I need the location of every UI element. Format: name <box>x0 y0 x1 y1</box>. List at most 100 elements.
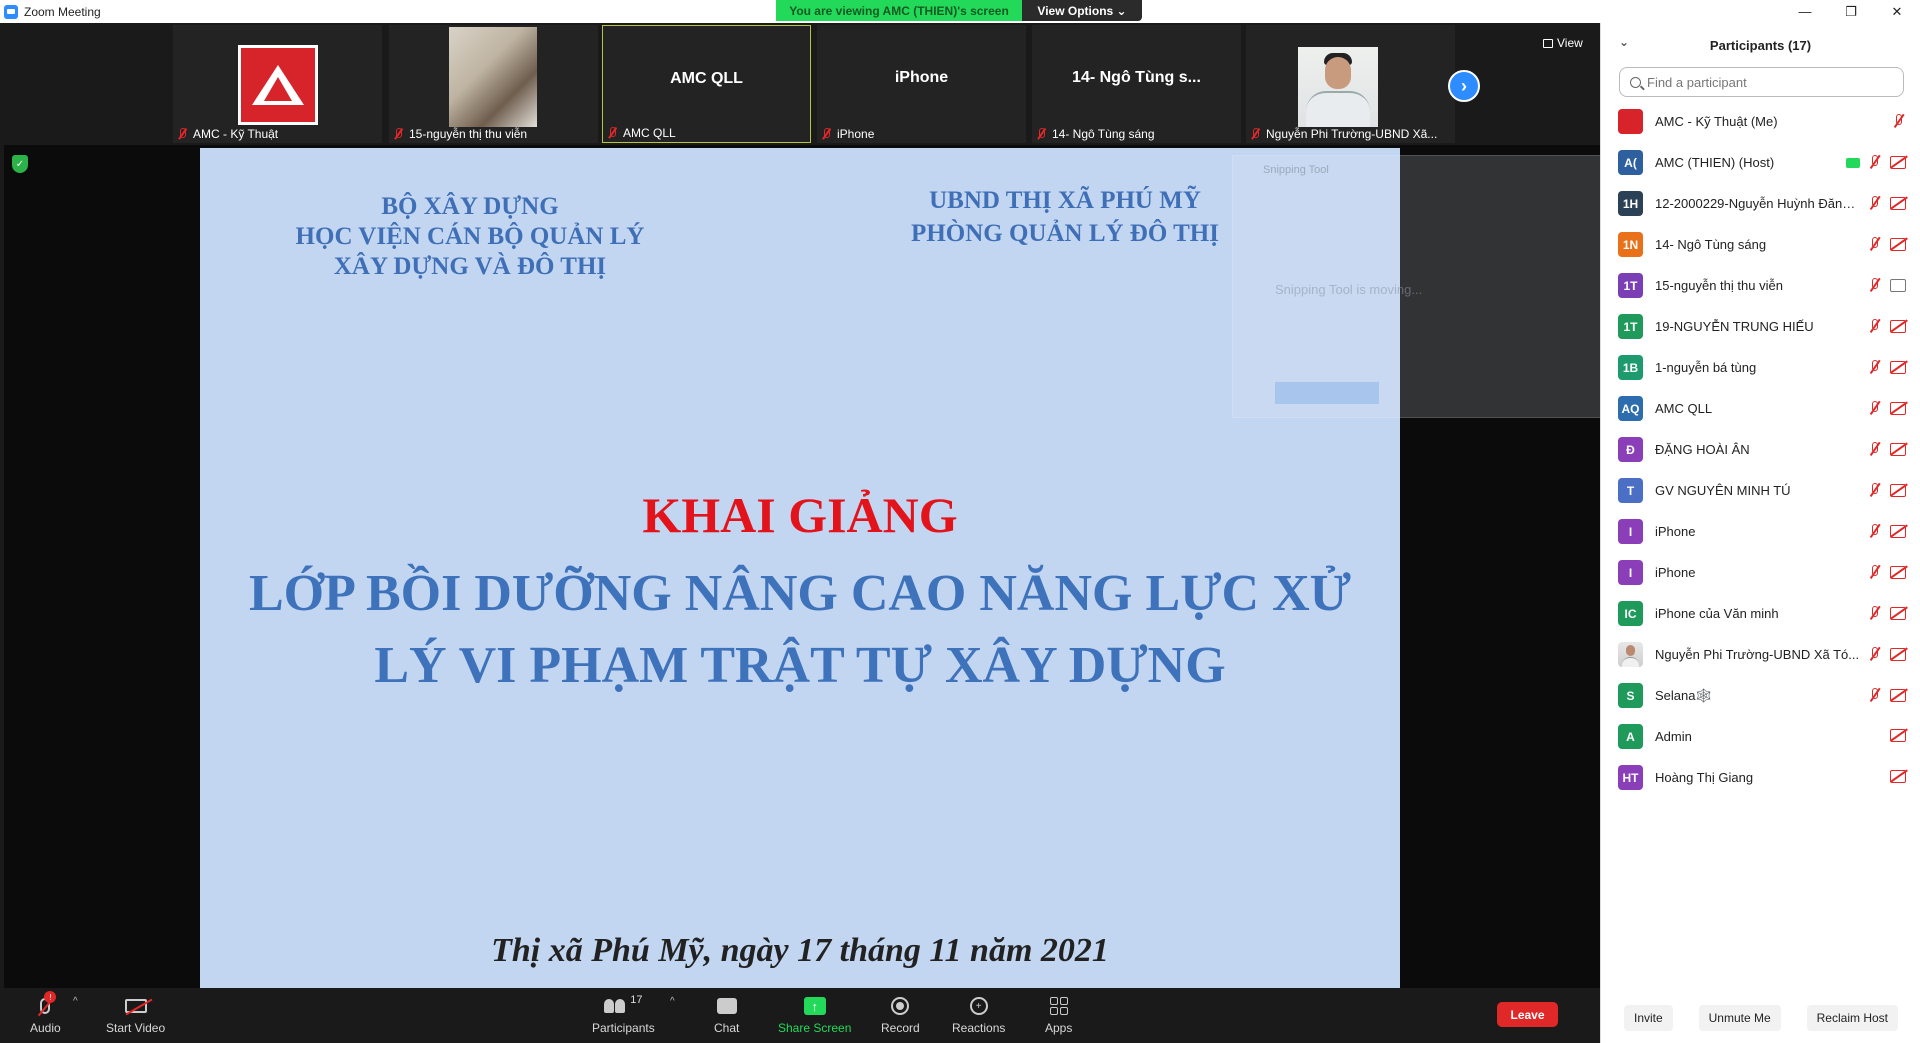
video-off-icon <box>124 999 147 1013</box>
video-thumbnail[interactable]: 14- Ngô Tùng s... 14- Ngô Tùng sáng <box>1032 25 1241 143</box>
start-video-button[interactable]: Start Video <box>106 994 165 1035</box>
window-title: Zoom Meeting <box>24 4 101 19</box>
minimize-button[interactable]: — <box>1782 0 1828 23</box>
next-page-icon[interactable]: › <box>1448 70 1480 102</box>
slide-text: LỚP BỒI DƯỠNG NÂNG CAO NĂNG LỰC XỬ <box>248 565 1352 622</box>
participant-status-icons <box>1868 401 1906 416</box>
chat-label: Chat <box>714 1021 740 1035</box>
slide-heading: KHAI GIẢNG <box>642 487 958 543</box>
close-button[interactable]: ✕ <box>1874 0 1920 23</box>
share-screen-label: Share Screen <box>778 1021 852 1035</box>
participant-row[interactable]: T GV NGUYÊN MINH TÚ <box>1601 470 1920 511</box>
participants-list: AMC - Kỹ Thuật (Me) A(AMC (THIEN) (Host) 1… <box>1601 101 1920 798</box>
window-controls: — ❐ ✕ <box>1782 0 1920 23</box>
thumbnail-name: 15-nguyễn thị thu viễn <box>409 127 528 141</box>
participant-row[interactable]: Nguyễn Phi Trường-UBND Xã Tó... <box>1601 634 1920 675</box>
audio-button[interactable]: ! Audio <box>30 991 61 1035</box>
video-thumbnail[interactable]: 15-nguyễn thị thu viễn <box>389 25 598 143</box>
participant-name: 15-nguyễn thị thu viễn <box>1655 278 1783 293</box>
leave-button[interactable]: Leave <box>1497 1002 1558 1027</box>
participant-row[interactable]: IiPhone <box>1601 511 1920 552</box>
view-layout-button[interactable]: View <box>1543 33 1593 53</box>
participant-row[interactable]: Đ ĐẶNG HOÀI ÂN <box>1601 429 1920 470</box>
participant-avatar <box>1618 642 1643 667</box>
participant-row[interactable]: S Selana🕸️ <box>1601 675 1920 716</box>
participant-status-icons <box>1868 319 1906 334</box>
viewing-message: You are viewing AMC (THIEN)'s screen <box>776 0 1022 21</box>
chat-icon <box>716 998 737 1014</box>
collapse-chevron-icon[interactable]: ⌄ <box>1619 35 1629 49</box>
participant-row[interactable]: A Admin <box>1601 716 1920 757</box>
find-participant-input[interactable] <box>1647 74 1887 90</box>
mic-muted-icon <box>1868 483 1882 498</box>
participant-status-icons <box>1868 647 1906 662</box>
restore-button[interactable]: ❐ <box>1828 0 1874 23</box>
participant-avatar <box>1618 109 1643 134</box>
video-off-icon <box>1890 443 1906 456</box>
video-thumbnail-active[interactable]: AMC QLL AMC QLL <box>602 25 811 143</box>
apps-label: Apps <box>1045 1021 1073 1035</box>
apps-button[interactable]: Apps <box>1045 994 1072 1035</box>
participant-status-icons <box>1868 360 1906 375</box>
video-off-icon <box>1890 607 1906 620</box>
video-thumbnail[interactable]: AMC - Kỹ Thuật <box>173 25 382 143</box>
mic-muted-icon <box>393 128 403 140</box>
participant-row[interactable]: 1T 15-nguyễn thị thu viễn <box>1601 265 1920 306</box>
slide-text: HỌC VIỆN CÁN BỘ QUẢN LÝ <box>295 223 645 250</box>
reclaim-host-button[interactable]: Reclaim Host <box>1806 1005 1898 1031</box>
participant-row[interactable]: AMC - Kỹ Thuật (Me) <box>1601 101 1920 142</box>
share-screen-button[interactable]: ↑ Share Screen <box>778 994 851 1035</box>
participants-button[interactable]: 17 Participants <box>592 994 655 1035</box>
reactions-button[interactable]: + Reactions <box>952 994 1005 1035</box>
record-button[interactable]: Record <box>881 994 920 1035</box>
reactions-label: Reactions <box>952 1021 1006 1035</box>
participant-row[interactable]: 1H 12-2000229-Nguyễn Huỳnh Đăng... <box>1601 183 1920 224</box>
participants-panel: ⌄ Participants (17) AMC - Kỹ Thuật (Me) A… <box>1600 23 1920 1043</box>
slide-course-title: LỚP BỒI DƯỠNG NÂNG CAO NĂNG LỰC XỬ LÝ VI… <box>240 558 1360 702</box>
participant-row[interactable]: HT Hoàng Thị Giang <box>1601 757 1920 798</box>
participant-row[interactable]: 1T 19-NGUYỄN TRUNG HIẾU <box>1601 306 1920 347</box>
invite-button[interactable]: Invite <box>1623 1005 1673 1031</box>
participant-avatar: 1T <box>1618 314 1643 339</box>
participant-row[interactable]: IiPhone <box>1601 552 1920 593</box>
video-thumbnail[interactable]: iPhone iPhone <box>817 25 1026 143</box>
snipping-tool-title: Snipping Tool <box>1263 164 1329 176</box>
participant-status-icons <box>1868 237 1906 252</box>
participants-options-caret[interactable]: ^ <box>670 996 675 1007</box>
participant-row[interactable]: IC iPhone của Văn minh <box>1601 593 1920 634</box>
amc-logo <box>238 45 318 125</box>
participant-name: ĐẶNG HOÀI ÂN <box>1655 442 1750 457</box>
video-thumbnail-strip: AMC - Kỹ Thuật 15-nguyễn thị thu viễn AM… <box>0 23 1600 145</box>
slide-org-left: BỘ XÂY DỰNG HỌC VIỆN CÁN BỘ QUẢN LÝ XÂY … <box>270 192 670 282</box>
encryption-shield-icon[interactable]: ✓ <box>12 155 28 173</box>
participant-name: AMC QLL <box>1655 401 1713 416</box>
participant-row[interactable]: 1B 1-nguyễn bá tùng <box>1601 347 1920 388</box>
participant-row[interactable]: A(AMC (THIEN) (Host) <box>1601 142 1920 183</box>
participant-status-icons <box>1892 114 1906 129</box>
participant-status-icons <box>1868 565 1906 580</box>
participants-icon: 17 <box>604 994 642 1018</box>
meeting-toolbar: ! Audio ^ Start Video 17 Participants ^ … <box>0 988 1600 1043</box>
participant-avatar: 1N <box>1618 232 1643 257</box>
participant-status-icons <box>1868 196 1906 211</box>
slide-text: LÝ VI PHẠM TRẬT TỰ XÂY DỰNG <box>374 637 1226 694</box>
participant-avatar: I <box>1618 519 1643 544</box>
mic-muted-icon <box>1868 278 1882 293</box>
video-thumbnail[interactable]: Nguyễn Phi Trường-UBND Xã... <box>1246 25 1455 143</box>
audio-options-caret[interactable]: ^ <box>73 996 78 1007</box>
zoom-app-icon <box>4 4 18 19</box>
unmute-me-button[interactable]: Unmute Me <box>1698 1005 1781 1031</box>
mic-muted-icon <box>1868 647 1882 662</box>
participant-status-icons <box>1890 729 1906 742</box>
participants-panel-footer: Invite Unmute Me Reclaim Host <box>1601 993 1920 1043</box>
participant-avatar: I <box>1618 560 1643 585</box>
participant-avatar: A( <box>1618 150 1643 175</box>
screen-share-icon <box>1846 157 1860 168</box>
view-options-button[interactable]: View Options ⌄ <box>1022 0 1142 21</box>
participant-row[interactable]: AQ AMC QLL <box>1601 388 1920 429</box>
thumbnail-display-name: AMC QLL <box>670 70 743 87</box>
participant-name: 12-2000229-Nguyễn Huỳnh Đăng... <box>1655 196 1860 211</box>
chat-button[interactable]: Chat <box>714 994 739 1035</box>
participant-row[interactable]: 1N 14- Ngô Tùng sáng <box>1601 224 1920 265</box>
participant-avatar: 1T <box>1618 273 1643 298</box>
